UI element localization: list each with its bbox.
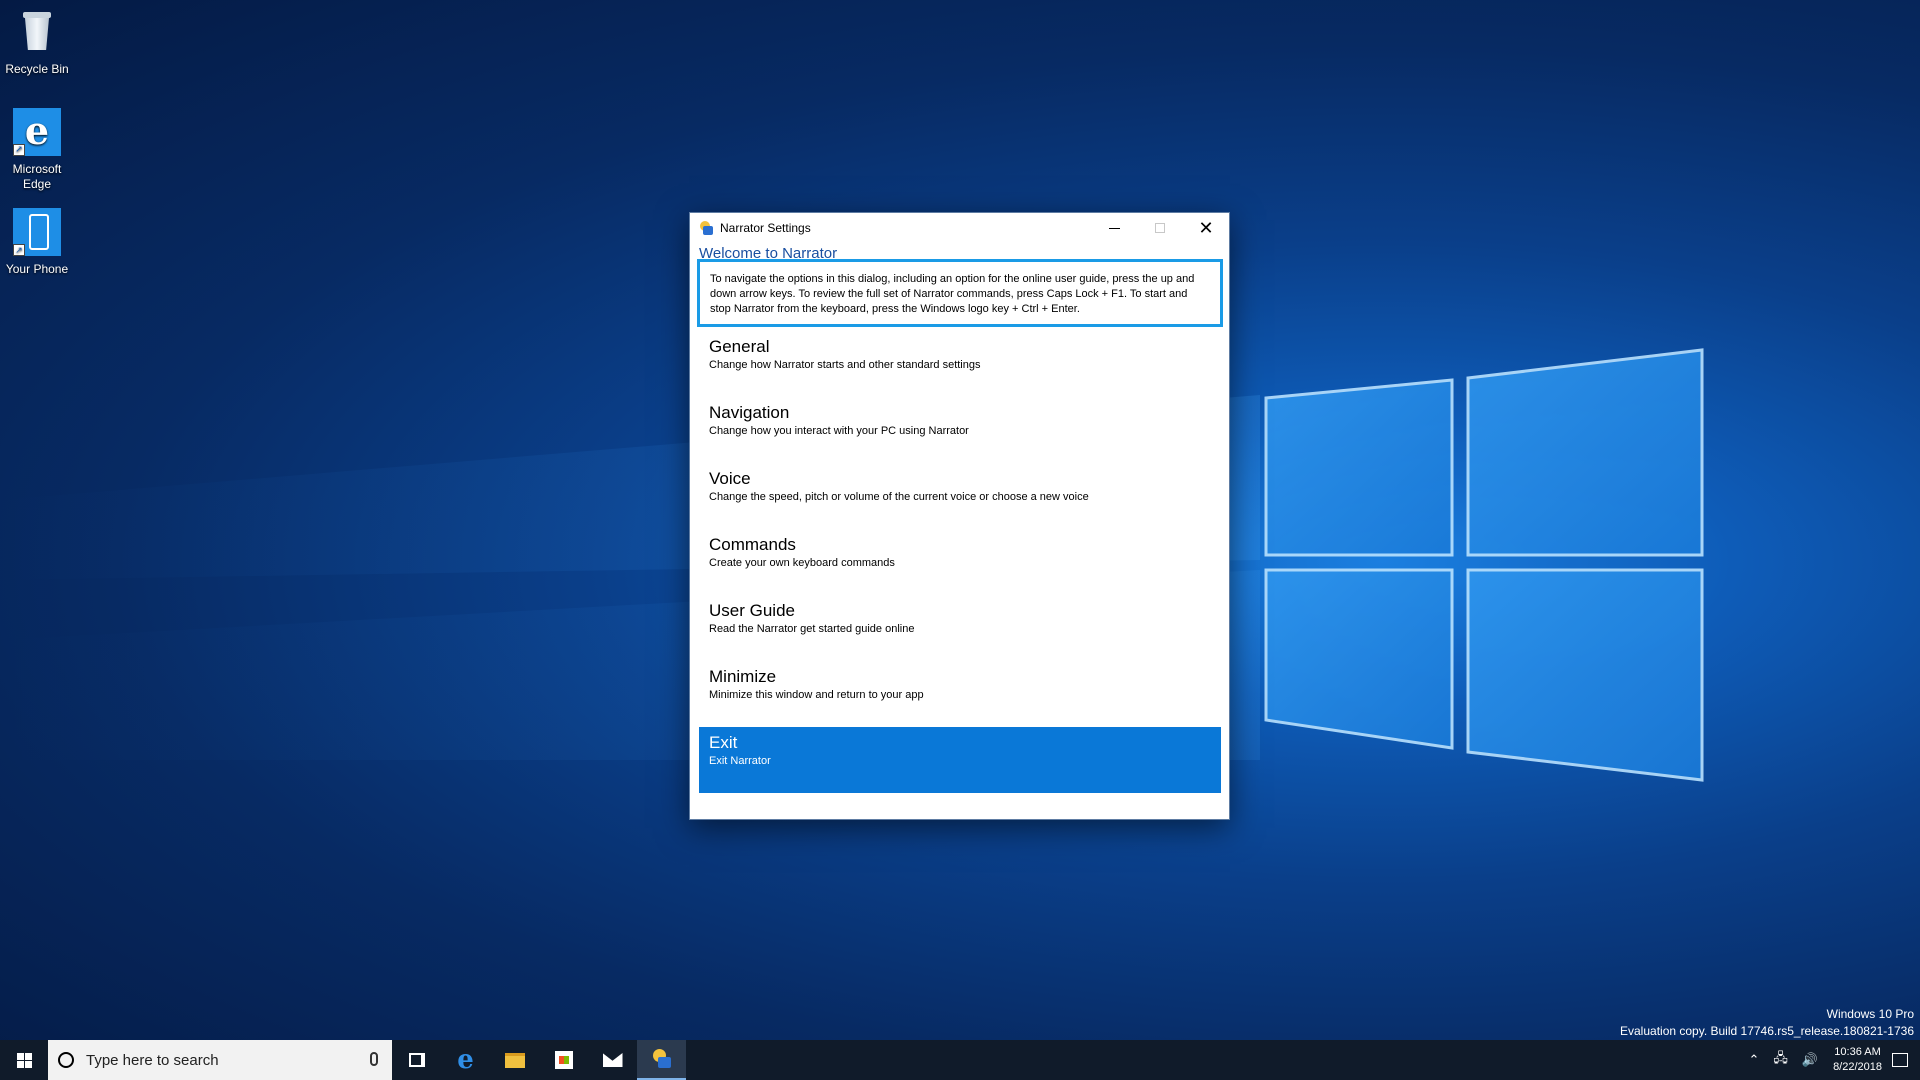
network-icon[interactable]: 🖧 [1773, 1049, 1788, 1071]
cortana-icon [58, 1052, 74, 1068]
menu-item-description: Change how you interact with your PC usi… [709, 425, 969, 437]
desktop-icon-label: Recycle Bin [5, 62, 69, 76]
task-view-button[interactable] [392, 1040, 441, 1080]
search-placeholder: Type here to search [86, 1051, 219, 1069]
menu-item-label: Exit [709, 733, 738, 752]
window-title: Narrator Settings [720, 221, 811, 235]
shortcut-arrow-icon: ↗ [13, 244, 25, 256]
menu-item-label: Commands [709, 535, 796, 554]
action-center-icon[interactable] [1892, 1053, 1908, 1067]
menu-item-description: Change the speed, pitch or volume of the… [709, 491, 1089, 503]
clock-date: 8/22/2018 [1833, 1061, 1882, 1073]
taskbar-store-button[interactable] [539, 1040, 588, 1080]
close-button[interactable]: ✕ [1183, 213, 1229, 243]
narrator-icon [652, 1049, 672, 1069]
menu-item-description: Create your own keyboard commands [709, 557, 895, 569]
store-icon [554, 1051, 573, 1069]
title-bar[interactable]: Narrator Settings ✕ [690, 213, 1229, 243]
menu-item-description: Minimize this window and return to your … [709, 689, 924, 701]
intro-text[interactable]: To navigate the options in this dialog, … [697, 259, 1223, 327]
menu-item-label: User Guide [709, 601, 795, 620]
desktop-icon-microsoft-edge[interactable]: e ↗ Microsoft Edge [4, 108, 70, 192]
clock-time: 10:36 AM [1834, 1046, 1881, 1058]
menu-item-description: Change how Narrator starts and other sta… [709, 359, 981, 371]
menu-item-navigation[interactable]: Navigation Change how you interact with … [699, 397, 1221, 463]
windows-logo-icon [16, 1052, 32, 1068]
file-explorer-icon [504, 1052, 525, 1068]
narrator-icon [698, 220, 714, 236]
maximize-icon [1155, 223, 1165, 233]
shortcut-arrow-icon: ↗ [13, 144, 25, 156]
task-view-icon [408, 1053, 425, 1067]
taskbar-narrator-button[interactable] [637, 1040, 686, 1080]
desktop-icon-recycle-bin[interactable]: Recycle Bin [4, 8, 70, 77]
minimize-button[interactable] [1091, 213, 1137, 243]
taskbar-clock[interactable]: 10:36 AM 8/22/2018 [1833, 1045, 1882, 1075]
menu-item-voice[interactable]: Voice Change the speed, pitch or volume … [699, 463, 1221, 529]
narrator-settings-dialog: Narrator Settings ✕ Welcome to Narrator … [689, 212, 1230, 820]
menu-item-user-guide[interactable]: User Guide Read the Narrator get started… [699, 595, 1221, 661]
start-button[interactable] [0, 1040, 48, 1080]
mail-icon [602, 1053, 623, 1067]
chevron-up-icon[interactable]: ⌃ [1748, 1052, 1759, 1068]
menu-item-general[interactable]: General Change how Narrator starts and o… [699, 331, 1221, 397]
microphone-icon[interactable] [370, 1052, 378, 1066]
phone-icon: ↗ [13, 208, 61, 256]
evaluation-watermark: Windows 10 Pro Evaluation copy. Build 17… [1620, 1006, 1914, 1040]
menu-item-label: General [709, 337, 770, 356]
menu-item-commands[interactable]: Commands Create your own keyboard comman… [699, 529, 1221, 595]
desktop-icon-label: Your Phone [5, 262, 69, 276]
edge-icon: e [457, 1045, 474, 1075]
watermark-edition: Windows 10 Pro [1826, 1007, 1914, 1021]
watermark-build: Evaluation copy. Build 17746.rs5_release… [1620, 1024, 1914, 1038]
maximize-button[interactable] [1137, 213, 1183, 243]
menu-item-minimize[interactable]: Minimize Minimize this window and return… [699, 661, 1221, 727]
taskbar-file-explorer-button[interactable] [490, 1040, 539, 1080]
settings-menu: General Change how Narrator starts and o… [699, 331, 1221, 793]
system-tray: ⌃ 🖧 🔊 10:36 AM 8/22/2018 [1741, 1040, 1920, 1080]
taskbar-edge-button[interactable]: e [441, 1040, 490, 1080]
desktop-icon-your-phone[interactable]: ↗ Your Phone [4, 208, 70, 277]
menu-item-exit[interactable]: Exit Exit Narrator [699, 727, 1221, 793]
desktop-icon-label: Microsoft Edge [12, 162, 62, 191]
menu-item-label: Voice [709, 469, 751, 488]
menu-item-description: Exit Narrator [709, 755, 771, 767]
recycle-bin-icon [13, 8, 61, 56]
close-icon: ✕ [1198, 217, 1214, 238]
menu-item-label: Minimize [709, 667, 777, 686]
taskbar-mail-button[interactable] [588, 1040, 637, 1080]
menu-item-description: Read the Narrator get started guide onli… [709, 623, 915, 635]
taskbar: Type here to search e ⌃ 🖧 🔊 10:36 AM 8/2… [0, 1040, 1920, 1080]
menu-item-label: Navigation [709, 403, 790, 422]
volume-icon[interactable]: 🔊 [1802, 1052, 1818, 1068]
taskbar-search-box[interactable]: Type here to search [48, 1040, 392, 1080]
minimize-icon [1108, 227, 1120, 229]
edge-icon: e ↗ [13, 108, 61, 156]
